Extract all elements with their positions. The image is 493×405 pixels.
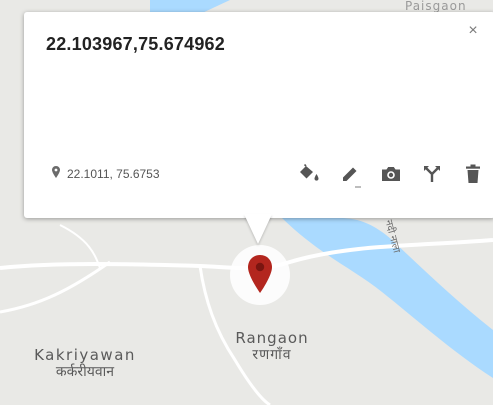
trash-icon[interactable] [460, 162, 485, 186]
toolbar-indicator [355, 186, 361, 188]
place-name: Kakriyawan [34, 346, 136, 364]
coordinates-row: 22.1011, 75.6753 [52, 166, 160, 181]
close-icon[interactable]: × [464, 22, 482, 40]
info-window-toolbar [296, 162, 485, 186]
road-minor [59, 224, 101, 269]
location-pin-icon [52, 166, 60, 181]
place-label-kakriyawan: Kakriyawan कर्करीयवान [20, 346, 150, 381]
pencil-icon[interactable] [337, 162, 362, 186]
coordinates-text: 22.1011, 75.6753 [67, 166, 160, 181]
info-window: 22.103967,75.674962 × 22.1011, 75.6753 [24, 12, 493, 218]
place-name: Rangaon [235, 329, 309, 347]
road-west [0, 260, 111, 314]
paint-bucket-icon[interactable] [296, 162, 321, 186]
directions-icon[interactable] [419, 162, 444, 186]
info-window-pointer [244, 214, 272, 244]
place-native-name: कर्करीयवान [55, 364, 115, 381]
place-label-rangaon: Rangaon रणगाँव [222, 329, 322, 364]
info-window-title: 22.103967,75.674962 [46, 34, 225, 54]
camera-icon[interactable] [378, 162, 403, 186]
place-native-name: रणगाँव [252, 347, 292, 364]
